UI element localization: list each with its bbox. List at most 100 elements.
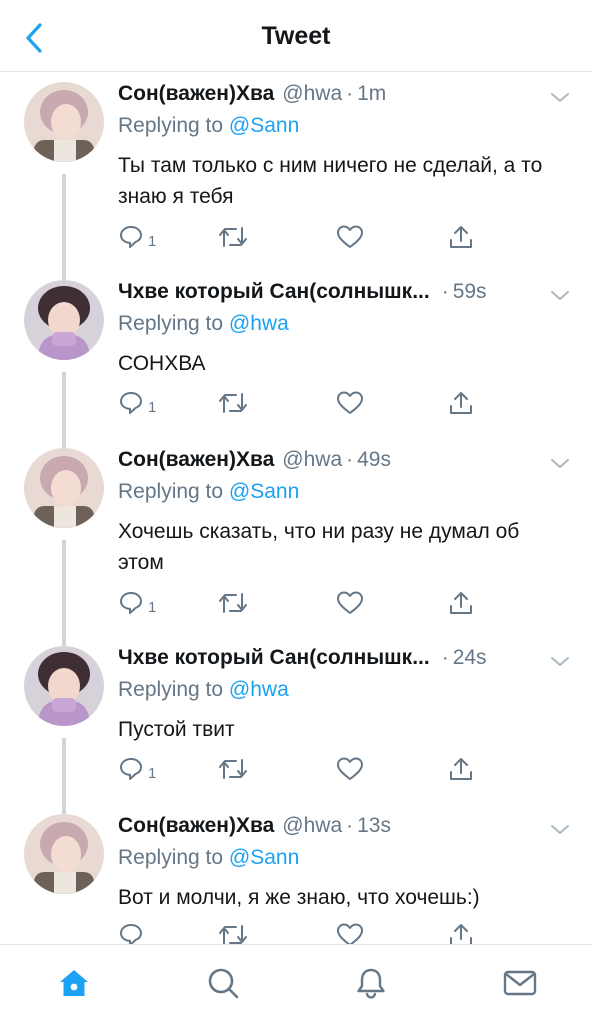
thread-line: [62, 268, 66, 280]
reply-icon: [120, 226, 142, 248]
tweet[interactable]: Сон(важен)Хва @hwa · 1m Replying to @San…: [0, 82, 592, 278]
replying-label: Replying to: [118, 480, 224, 503]
retweet-button[interactable]: [218, 388, 248, 418]
heart-icon: [337, 225, 363, 248]
reply-button[interactable]: 1: [118, 754, 156, 784]
share-button[interactable]: [448, 920, 474, 944]
timestamp: 24s: [452, 646, 487, 669]
tweet-actions: 1: [118, 388, 478, 418]
retweet-button[interactable]: [218, 920, 248, 944]
avatar[interactable]: [24, 448, 104, 528]
reply-button[interactable]: [118, 920, 148, 944]
share-button[interactable]: [448, 588, 474, 618]
retweet-button[interactable]: [218, 222, 248, 252]
user-handle[interactable]: @hwa: [282, 814, 342, 838]
separator-dot: ·: [346, 814, 354, 837]
avatar[interactable]: [24, 82, 104, 162]
reply-button[interactable]: 1: [118, 588, 156, 618]
reply-button[interactable]: 1: [118, 388, 156, 418]
reply-count: 1: [148, 232, 157, 250]
tweet-text: СОНХВА: [118, 352, 206, 375]
replying-to: Replying to @Sann: [118, 114, 299, 138]
display-name[interactable]: Сон(важен)Хва: [118, 448, 274, 472]
tweet-actions: 1: [118, 588, 478, 618]
replying-to: Replying to @Sann: [118, 480, 299, 504]
replying-label: Replying to: [118, 312, 224, 335]
share-button[interactable]: [448, 222, 474, 252]
mention-link[interactable]: @Sann: [229, 480, 299, 503]
thread-line: [62, 806, 66, 814]
chevron-down-icon[interactable]: [548, 452, 572, 476]
avatar[interactable]: [24, 814, 104, 894]
retweet-icon: [219, 759, 247, 779]
display-name[interactable]: Сон(важен)Хва: [118, 82, 274, 106]
retweet-icon: [219, 925, 247, 944]
retweet-icon: [219, 593, 247, 613]
tab-home[interactable]: [54, 963, 94, 1003]
avatar[interactable]: [24, 280, 104, 360]
replying-label: Replying to: [118, 678, 224, 701]
share-icon: [450, 924, 472, 944]
tab-messages[interactable]: [500, 963, 540, 1003]
mention-link[interactable]: @Sann: [229, 114, 299, 137]
like-button[interactable]: [336, 222, 364, 252]
retweet-button[interactable]: [218, 754, 248, 784]
share-icon: [450, 592, 472, 614]
tweet-actions: [118, 920, 478, 944]
share-icon: [450, 758, 472, 780]
share-icon: [450, 392, 472, 414]
separator-dot: ·: [346, 82, 354, 105]
replying-to: Replying to @Sann: [118, 846, 299, 870]
replying-to: Replying to @hwa: [118, 312, 289, 336]
chevron-down-icon[interactable]: [548, 650, 572, 674]
page-title: Tweet: [261, 22, 331, 50]
chevron-down-icon[interactable]: [548, 284, 572, 308]
tweet-header: Чхве который Сан(солнышк... · 59s: [118, 280, 578, 310]
tweet[interactable]: Сон(важен)Хва @hwa · 13s Replying to @Sa…: [0, 806, 592, 944]
retweet-button[interactable]: [218, 588, 248, 618]
tweet-header: Сон(важен)Хва @hwa · 49s: [118, 448, 578, 478]
thread-line: [62, 638, 66, 646]
tweet-header: Чхве который Сан(солнышк... · 24s: [118, 646, 578, 676]
notifications-icon: [357, 968, 385, 999]
thread-line: [62, 174, 66, 278]
heart-icon: [337, 391, 363, 414]
tweet-text: Ты там только с ним ничего не сделай, а …: [118, 154, 543, 208]
tab-notifications[interactable]: [351, 963, 391, 1003]
replying-label: Replying to: [118, 114, 224, 137]
tweet-header: Сон(важен)Хва @hwa · 1m: [118, 82, 578, 112]
share-button[interactable]: [448, 388, 474, 418]
reply-button[interactable]: 1: [118, 222, 156, 252]
chevron-down-icon[interactable]: [548, 86, 572, 110]
tweet[interactable]: Чхве который Сан(солнышк... · 59s Replyi…: [0, 268, 592, 448]
thread-line: [62, 738, 66, 810]
mention-link[interactable]: @hwa: [229, 678, 289, 701]
search-icon: [208, 968, 239, 999]
like-button[interactable]: [336, 754, 364, 784]
like-button[interactable]: [336, 920, 364, 944]
bottom-tab-bar: [0, 944, 592, 1024]
display-name[interactable]: Чхве который Сан(солнышк...: [118, 280, 430, 304]
display-name[interactable]: Чхве который Сан(солнышк...: [118, 646, 430, 670]
mention-link[interactable]: @hwa: [229, 312, 289, 335]
tweet-text: Пустой твит: [118, 718, 235, 741]
display-name[interactable]: Сон(важен)Хва: [118, 814, 274, 838]
retweet-icon: [219, 227, 247, 247]
share-button[interactable]: [448, 754, 474, 784]
tweet-header: Сон(важен)Хва @hwa · 13s: [118, 814, 578, 844]
replying-label: Replying to: [118, 846, 224, 869]
like-button[interactable]: [336, 388, 364, 418]
tab-search[interactable]: [203, 963, 243, 1003]
separator-dot: ·: [346, 448, 354, 471]
user-handle[interactable]: @hwa: [282, 448, 342, 472]
reply-count: 1: [148, 598, 157, 616]
user-handle[interactable]: @hwa: [282, 82, 342, 106]
tweet[interactable]: Чхве который Сан(солнышк... · 24s Replyi…: [0, 638, 592, 810]
mention-link[interactable]: @Sann: [229, 846, 299, 869]
replying-to: Replying to @hwa: [118, 678, 289, 702]
tweet[interactable]: Сон(важен)Хва @hwa · 49s Replying to @Sa…: [0, 440, 592, 646]
thread-line: [62, 440, 66, 448]
avatar[interactable]: [24, 646, 104, 726]
chevron-down-icon[interactable]: [548, 818, 572, 842]
like-button[interactable]: [336, 588, 364, 618]
